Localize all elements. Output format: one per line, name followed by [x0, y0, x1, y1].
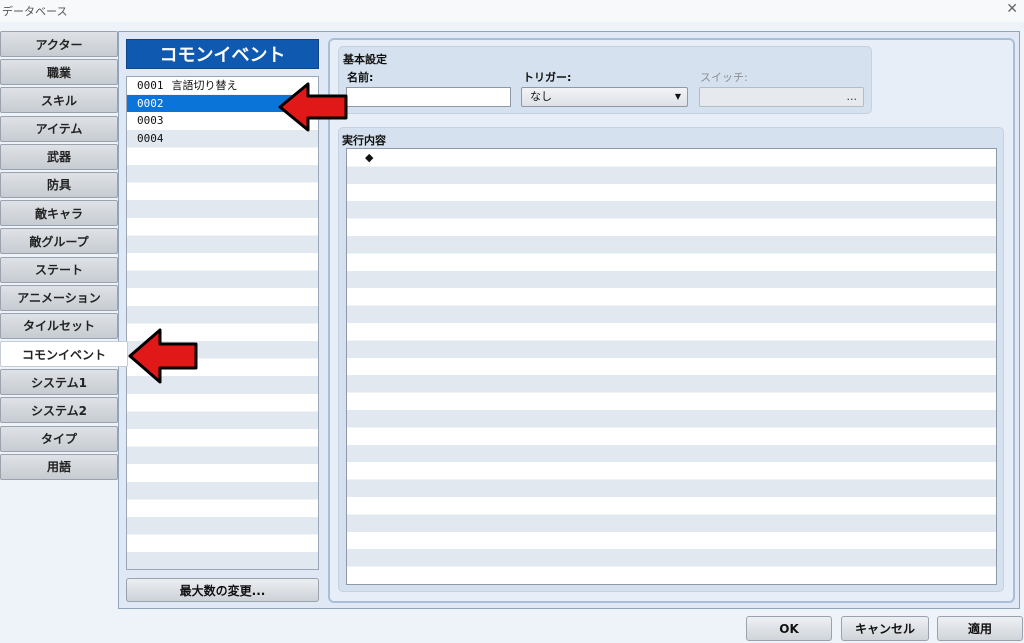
- name-field[interactable]: [346, 87, 511, 107]
- tab-armor[interactable]: 防具: [0, 171, 118, 198]
- basic-settings-title: 基本設定: [343, 53, 387, 66]
- tab-skill[interactable]: スキル: [0, 87, 118, 114]
- tab-actor[interactable]: アクター: [0, 31, 118, 57]
- list-item-id: 0001: [137, 79, 164, 92]
- common-event-list[interactable]: 0001 言語切り替え 0002 0003 0004: [126, 76, 319, 570]
- title-bar: データベース ✕: [0, 0, 1024, 22]
- change-max-button[interactable]: 最大数の変更...: [126, 578, 319, 602]
- switch-field: ...: [699, 87, 864, 107]
- window-title: データベース: [2, 5, 68, 18]
- database-tab-list: アクター 職業 スキル アイテム 武器 防具 敵キャラ 敵グループ ステート ア…: [0, 31, 128, 482]
- tab-tileset[interactable]: タイルセット: [0, 312, 118, 339]
- trigger-select[interactable]: なし ▼: [521, 87, 688, 107]
- tab-item[interactable]: アイテム: [0, 115, 118, 142]
- trigger-label: トリガー:: [523, 71, 572, 84]
- close-icon[interactable]: ✕: [1006, 1, 1018, 17]
- ellipsis-icon: ...: [846, 90, 858, 103]
- tab-type[interactable]: タイプ: [0, 425, 118, 452]
- tab-system1[interactable]: システム1: [0, 369, 118, 396]
- list-item[interactable]: 0004: [127, 130, 318, 148]
- execution-content-title: 実行内容: [342, 134, 386, 147]
- list-item-id: 0004: [137, 131, 164, 145]
- list-item-id: 0003: [137, 114, 164, 128]
- tab-common-event[interactable]: コモンイベント: [0, 341, 128, 368]
- apply-button[interactable]: 適用: [937, 616, 1023, 641]
- cancel-button[interactable]: キャンセル: [841, 616, 929, 641]
- tab-weapon[interactable]: 武器: [0, 143, 118, 170]
- chevron-down-icon: ▼: [674, 92, 681, 101]
- list-item-id: 0002: [137, 96, 164, 110]
- tab-animation[interactable]: アニメーション: [0, 284, 118, 311]
- tab-class[interactable]: 職業: [0, 59, 118, 86]
- annotation-arrow-icon: [278, 82, 348, 132]
- tab-terms[interactable]: 用語: [0, 453, 118, 480]
- ok-button[interactable]: OK: [746, 616, 832, 641]
- switch-label: スイッチ:: [700, 71, 748, 84]
- name-label: 名前:: [347, 71, 374, 84]
- tab-enemy[interactable]: 敵キャラ: [0, 200, 118, 227]
- trigger-value: なし: [530, 90, 552, 103]
- command-list[interactable]: ◆: [346, 148, 997, 585]
- tab-state[interactable]: ステート: [0, 256, 118, 283]
- tab-troop[interactable]: 敵グループ: [0, 228, 118, 255]
- tab-system2[interactable]: システム2: [0, 397, 118, 424]
- command-row[interactable]: ◆: [365, 151, 373, 164]
- list-item-name: 言語切り替え: [171, 79, 238, 92]
- annotation-arrow-icon: [128, 328, 198, 384]
- list-header: コモンイベント: [126, 39, 319, 69]
